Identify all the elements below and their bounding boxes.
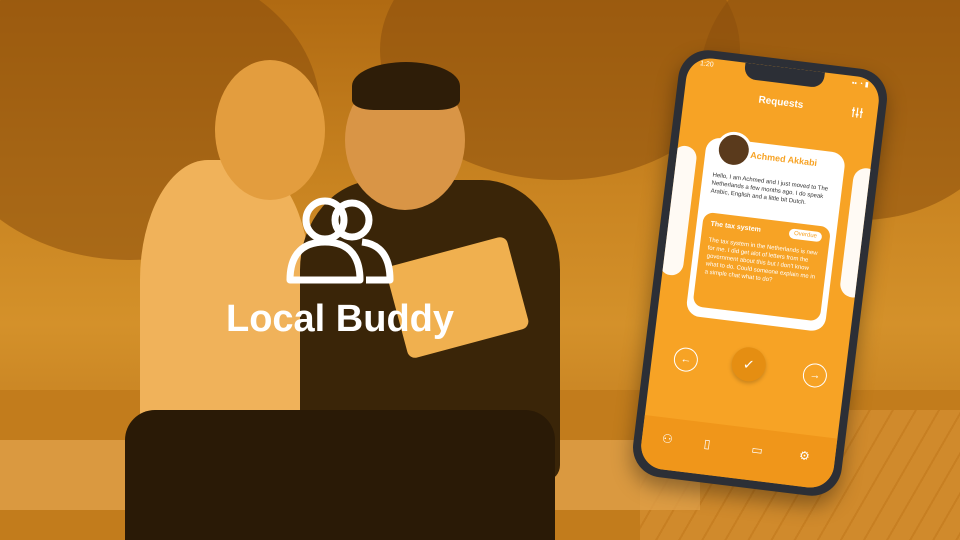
brand-title: Local Buddy [225, 298, 455, 340]
tab-buddies[interactable]: ⚇ [661, 431, 673, 446]
request-card[interactable]: Achmed Akkabi Hello, I am Achmed and I j… [685, 129, 847, 333]
status-badge: Overdue [788, 228, 823, 243]
gear-icon: ⚙ [798, 448, 811, 464]
status-icons: ▪▪ ◔ ▮ [851, 79, 870, 89]
hero-image: Local Buddy 1:20 ▪▪ ◔ ▮ Requests Achmed … [0, 0, 960, 540]
arrow-left-icon: ← [679, 352, 693, 367]
chat-icon: ▭ [750, 442, 764, 458]
next-button[interactable]: → [801, 362, 829, 389]
legs [125, 410, 555, 540]
requester-bio: Hello, I am Achmed and I just moved to T… [710, 172, 829, 207]
users-icon [286, 197, 394, 284]
avatar [713, 129, 754, 170]
tab-chat[interactable]: ▭ [751, 442, 764, 457]
request-text: The tax system in the Netherlands is new… [704, 237, 818, 284]
brand-logo: Local Buddy [215, 190, 465, 341]
status-time: 1:20 [699, 60, 715, 69]
document-icon: ▯ [702, 436, 712, 452]
man-cap [352, 62, 460, 110]
accept-button[interactable]: ✓ [729, 345, 768, 384]
request-detail: The tax system Overdue The tax system in… [692, 211, 832, 322]
arrow-right-icon: → [808, 368, 822, 383]
check-icon: ✓ [742, 355, 756, 373]
tab-documents[interactable]: ▯ [703, 436, 711, 451]
filter-icon[interactable] [851, 106, 864, 119]
buddies-icon: ⚇ [661, 431, 674, 447]
previous-button[interactable]: ← [672, 346, 700, 373]
requester-name: Achmed Akkabi [749, 149, 818, 169]
woman-head [215, 60, 325, 200]
screen-title: Requests [757, 94, 804, 111]
request-title: The tax system [710, 220, 762, 234]
tab-settings[interactable]: ⚙ [798, 448, 810, 463]
